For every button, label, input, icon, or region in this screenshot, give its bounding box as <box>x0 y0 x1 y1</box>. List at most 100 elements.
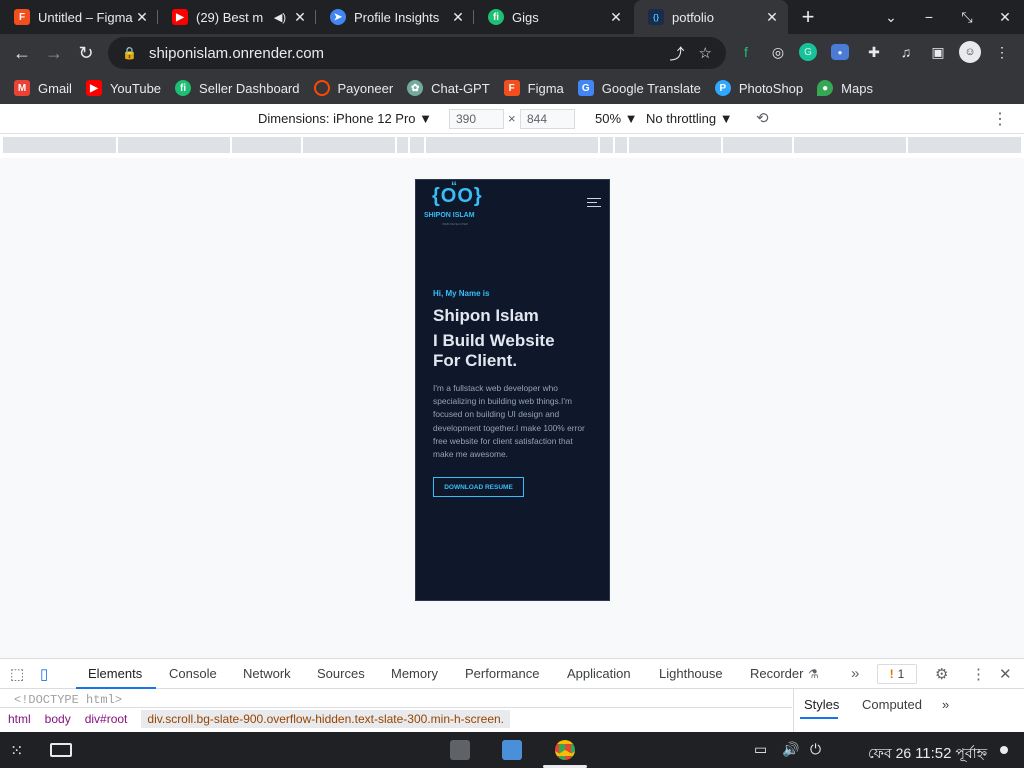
bookmark-payoneer[interactable]: Payoneer <box>313 80 393 96</box>
more-options-icon[interactable]: ⋮ <box>992 109 1008 129</box>
chrome-icon[interactable] <box>555 740 575 760</box>
tab-performance[interactable]: Performance <box>465 666 539 681</box>
store-icon[interactable] <box>502 740 522 760</box>
tab-profile-insights[interactable]: ➤ Profile Insights ✕ <box>316 0 474 34</box>
screen-capture-icon[interactable]: ● <box>831 44 849 60</box>
device-height-input[interactable] <box>520 109 575 129</box>
more-tabs-icon[interactable]: » <box>851 665 859 682</box>
tab-figma[interactable]: F Untitled – Figma ✕ <box>0 0 158 34</box>
new-tab-button[interactable]: + <box>788 0 828 34</box>
fiverr-ext-icon[interactable]: f <box>735 41 757 63</box>
device-width-input[interactable] <box>449 109 504 129</box>
throttling-select[interactable]: No throttling ▼ <box>646 111 733 126</box>
lock-icon[interactable]: 🔒 <box>122 46 137 60</box>
media-query-segment[interactable] <box>629 137 721 153</box>
tab-network[interactable]: Network <box>243 666 291 681</box>
media-query-segment[interactable] <box>3 137 116 153</box>
files-icon[interactable] <box>450 740 470 760</box>
launcher-icon[interactable]: ⁙ <box>10 741 23 761</box>
device-toggle-icon[interactable]: ▯ <box>40 665 48 683</box>
bookmark-maps[interactable]: ● Maps <box>817 80 873 96</box>
tab-memory[interactable]: Memory <box>391 666 438 681</box>
devtools-menu-icon[interactable]: ⋮ <box>971 665 986 683</box>
breadcrumb-body[interactable]: body <box>45 712 71 726</box>
media-query-segment[interactable] <box>615 137 627 153</box>
close-devtools-icon[interactable]: ✕ <box>999 665 1012 683</box>
volume-icon[interactable]: 🔊 <box>782 741 799 758</box>
bookmark-youtube[interactable]: ▶ YouTube <box>85 80 161 96</box>
back-icon[interactable]: ← <box>6 37 38 69</box>
media-query-segment[interactable] <box>232 137 301 153</box>
share-icon[interactable]: ⤴ <box>670 43 685 64</box>
screen-icon[interactable]: ▭ <box>754 741 767 758</box>
tab-computed[interactable]: Computed <box>862 697 922 712</box>
close-window-icon[interactable]: ✕ <box>986 0 1024 34</box>
circle-ext-icon[interactable]: ◎ <box>767 41 789 63</box>
inspect-element-icon[interactable]: ⬚ <box>10 665 24 683</box>
breadcrumb-root[interactable]: div#root <box>85 712 128 726</box>
media-query-segment[interactable] <box>397 137 408 153</box>
tab-console[interactable]: Console <box>169 666 217 681</box>
bookmark-chatgpt[interactable]: ✿ Chat-GPT <box>407 80 490 96</box>
grammarly-icon[interactable]: G <box>799 43 817 61</box>
zoom-select[interactable]: 50% ▼ <box>595 111 638 126</box>
tab-title: Untitled – Figma <box>38 9 133 25</box>
minimize-icon[interactable]: − <box>910 0 948 34</box>
bookmark-seller-dashboard[interactable]: fi Seller Dashboard <box>175 80 300 96</box>
bookmark-google-translate[interactable]: G Google Translate <box>577 80 701 96</box>
media-query-segment[interactable] <box>794 137 906 153</box>
system-clock[interactable]: ফেব 26 11:52 পূর্বাহ্ন <box>868 742 987 766</box>
close-icon[interactable]: ✕ <box>292 9 308 26</box>
speaker-icon[interactable]: ◀) <box>274 11 286 24</box>
address-bar[interactable]: 🔒 shiponislam.onrender.com ⤴ ☆ <box>108 37 726 69</box>
media-query-segment[interactable] <box>908 137 1021 153</box>
breadcrumb-html[interactable]: html <box>8 712 31 726</box>
tab-elements[interactable]: Elements <box>88 666 142 681</box>
restore-icon[interactable]: ⤡ <box>948 0 986 34</box>
warnings-badge[interactable]: ! 1 <box>877 664 917 684</box>
close-icon[interactable]: ✕ <box>608 9 624 26</box>
power-icon[interactable]: ⏻ <box>810 741 821 758</box>
media-query-segment[interactable] <box>426 137 598 153</box>
tab-youtube[interactable]: ▶ (29) Best m ◀) ✕ <box>158 0 316 34</box>
media-query-segment[interactable] <box>410 137 424 153</box>
bookmark-figma[interactable]: F Figma <box>503 80 564 96</box>
more-side-tabs-icon[interactable]: » <box>942 697 949 712</box>
menu-icon[interactable]: ⋮ <box>991 41 1013 63</box>
close-icon[interactable]: ✕ <box>134 9 150 26</box>
breadcrumb-selected-div[interactable]: div.scroll.bg-slate-900.overflow-hidden.… <box>141 709 511 728</box>
hamburger-menu-icon[interactable] <box>587 198 601 210</box>
close-icon[interactable]: ✕ <box>764 9 780 26</box>
close-icon[interactable]: ✕ <box>450 9 466 26</box>
device-dimensions-select[interactable]: Dimensions: iPhone 12 Pro ▼ <box>258 111 432 126</box>
site-logo[interactable]: {OO} “ SHIPON ISLAM WEB DEVELOPER <box>424 180 484 226</box>
tab-styles[interactable]: Styles <box>804 697 839 712</box>
media-query-segment[interactable] <box>723 137 792 153</box>
bookmark-gmail[interactable]: M Gmail <box>14 80 72 96</box>
media-icon[interactable]: ♫ <box>895 41 917 63</box>
tab-application[interactable]: Application <box>567 666 631 681</box>
tab-search-icon[interactable]: ⌄ <box>872 0 910 34</box>
media-query-segment[interactable] <box>303 137 395 153</box>
tab-gigs[interactable]: fi Gigs ✕ <box>474 0 632 34</box>
side-panel-icon[interactable]: ▣ <box>927 41 949 63</box>
url-text[interactable]: shiponislam.onrender.com <box>149 45 656 62</box>
tab-potfolio[interactable]: {} potfolio ✕ <box>634 0 788 34</box>
overview-icon[interactable] <box>50 743 72 757</box>
tab-recorder[interactable]: Recorder <box>750 666 803 681</box>
profile-avatar[interactable]: ☺ <box>959 41 981 63</box>
reload-icon[interactable]: ↻ <box>70 37 102 69</box>
tab-lighthouse[interactable]: Lighthouse <box>659 666 723 681</box>
media-query-segment[interactable] <box>118 137 230 153</box>
settings-gear-icon[interactable]: ⚙ <box>935 665 948 683</box>
rotate-icon[interactable]: ⟲ <box>756 109 769 127</box>
forward-icon[interactable]: → <box>38 37 70 69</box>
youtube-icon: ▶ <box>85 80 102 96</box>
bookmark-photoshop[interactable]: P PhotoShop <box>714 80 803 96</box>
download-resume-button[interactable]: DOWNLOAD RESUME <box>433 477 524 497</box>
extensions-icon[interactable]: ✚ <box>863 41 885 63</box>
dom-doctype-line[interactable]: <!DOCTYPE html> <box>14 693 122 707</box>
bookmark-star-icon[interactable]: ☆ <box>699 44 712 62</box>
media-query-segment[interactable] <box>600 137 613 153</box>
tab-sources[interactable]: Sources <box>317 666 365 681</box>
